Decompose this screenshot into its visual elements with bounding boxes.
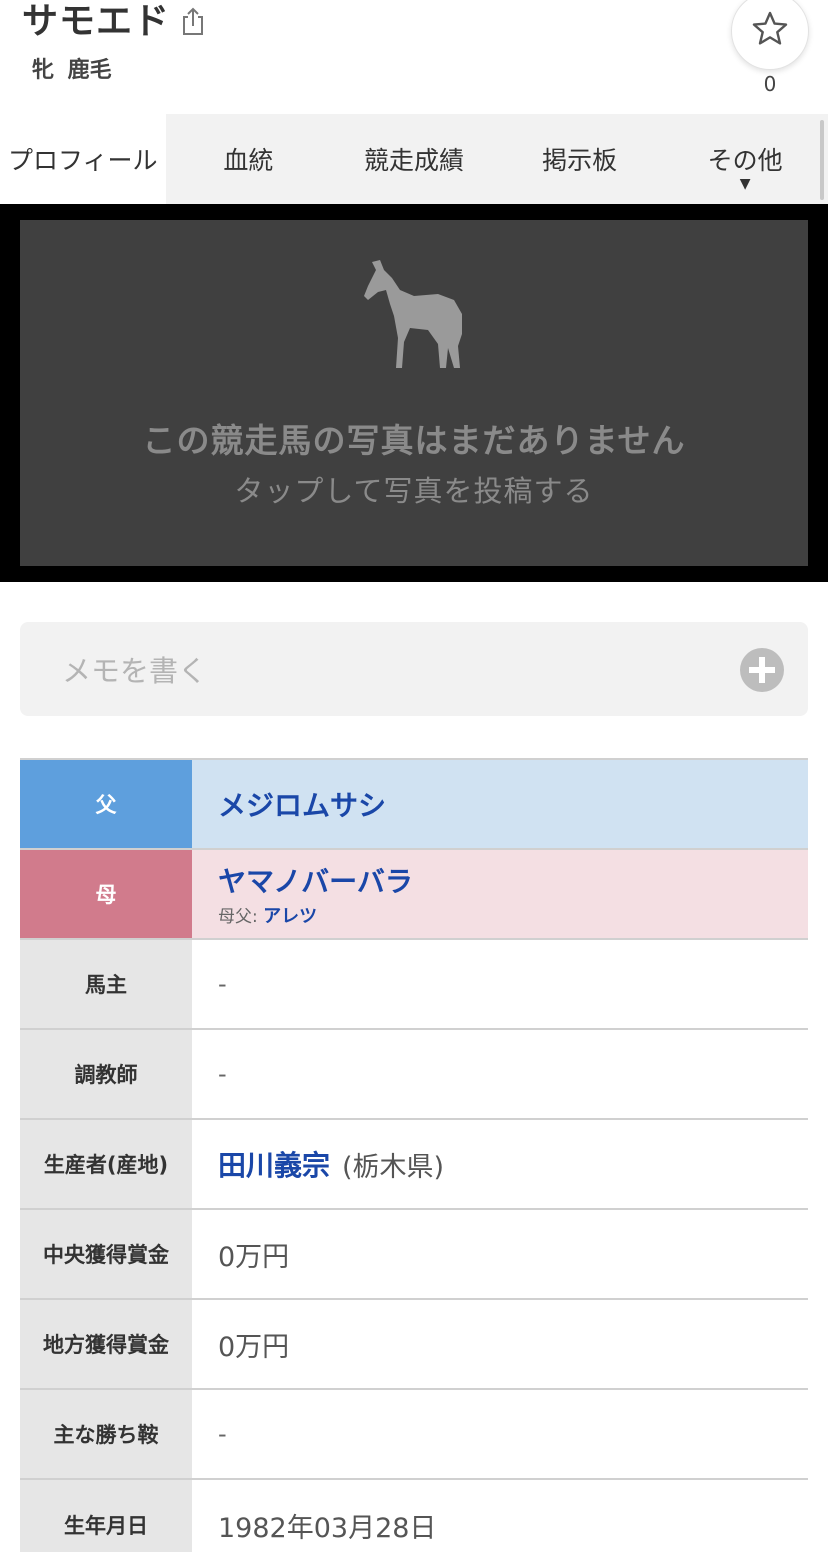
horse-name: サモエド <box>22 1 171 42</box>
tab-pedigree[interactable]: 血統 <box>166 114 332 204</box>
no-photo-message: この競走馬の写真はまだありません <box>142 421 686 460</box>
breeder-label: 生産者(産地) <box>20 1120 192 1208</box>
tab-label: 競走成績 <box>363 146 464 175</box>
dam-sire-line: 母父: アレツ <box>218 902 808 928</box>
tab-label: プロフィール <box>8 146 158 175</box>
central-prize-label: 中央獲得賞金 <box>20 1210 192 1298</box>
trainer-label: 調教師 <box>20 1030 192 1118</box>
tap-to-upload-text: タップして写真を投稿する <box>234 474 594 508</box>
tab-bulletin-board[interactable]: 掲示板 <box>497 114 663 204</box>
main-wins-label: 主な勝ち鞍 <box>20 1390 192 1478</box>
table-row: 生産者(産地) 田川義宗 (栃木県) <box>20 1120 808 1210</box>
tab-label: その他 <box>707 146 783 175</box>
table-row: 主な勝ち鞍 - <box>20 1390 808 1480</box>
tab-label: 血統 <box>223 146 274 175</box>
table-row: 母 ヤマノバーバラ 母父: アレツ <box>20 850 808 940</box>
table-row: 生年月日 1982年03月28日 <box>20 1480 808 1552</box>
horse-info-table: 父 メジロムサシ 母 ヤマノバーバラ 母父: アレツ 馬主 - 調教師 - 生産… <box>20 758 808 1552</box>
horse-sex-coat: 牝 鹿毛 <box>32 58 112 83</box>
dam-sire-label: 母父: <box>218 907 258 927</box>
owner-value: - <box>218 970 227 998</box>
dam-link[interactable]: ヤマノバーバラ <box>218 860 808 900</box>
local-prize-label: 地方獲得賞金 <box>20 1300 192 1388</box>
table-row: 調教師 - <box>20 1030 808 1120</box>
dam-label: 母 <box>20 850 192 938</box>
tab-scrollbar <box>820 120 824 200</box>
breeder-link[interactable]: 田川義宗 <box>218 1144 330 1184</box>
tab-label: 掲示板 <box>542 146 618 175</box>
star-icon <box>750 9 790 53</box>
caret-down-icon: ▼ <box>739 176 751 192</box>
local-prize-value: 0万円 <box>218 1331 290 1363</box>
birthdate-label: 生年月日 <box>20 1480 192 1552</box>
sire-label: 父 <box>20 760 192 848</box>
share-icon[interactable] <box>180 6 206 36</box>
birthdate-value: 1982年03月28日 <box>218 1512 437 1544</box>
tab-race-results[interactable]: 競走成績 <box>331 114 497 204</box>
plus-icon[interactable] <box>740 648 784 692</box>
table-row: 中央獲得賞金 0万円 <box>20 1210 808 1300</box>
trainer-value: - <box>218 1060 227 1088</box>
table-row: 馬主 - <box>20 940 808 1030</box>
dam-sire-link[interactable]: アレツ <box>263 906 317 927</box>
main-wins-value: - <box>218 1420 227 1448</box>
memo-field[interactable]: メモを書く <box>20 622 808 716</box>
owner-label: 馬主 <box>20 940 192 1028</box>
memo-placeholder: メモを書く <box>62 654 208 688</box>
favorite-button[interactable] <box>731 0 809 70</box>
breeder-region: (栃木県) <box>342 1151 445 1183</box>
table-row: 父 メジロムサシ <box>20 760 808 850</box>
sire-link[interactable]: メジロムサシ <box>218 784 808 824</box>
horse-icon <box>358 256 468 376</box>
tab-bar: プロフィール 血統 競走成績 掲示板 その他 ▼ <box>0 114 828 204</box>
horse-header: サモエド 牝 鹿毛 0 <box>0 0 828 114</box>
table-row: 地方獲得賞金 0万円 <box>20 1300 808 1390</box>
tab-other[interactable]: その他 ▼ <box>662 114 828 204</box>
central-prize-value: 0万円 <box>218 1241 290 1273</box>
tab-profile[interactable]: プロフィール <box>0 114 166 204</box>
photo-section: この競走馬の写真はまだありません タップして写真を投稿する <box>0 204 828 582</box>
photo-upload-area[interactable]: この競走馬の写真はまだありません タップして写真を投稿する <box>20 220 808 566</box>
favorite-count: 0 <box>763 72 777 96</box>
